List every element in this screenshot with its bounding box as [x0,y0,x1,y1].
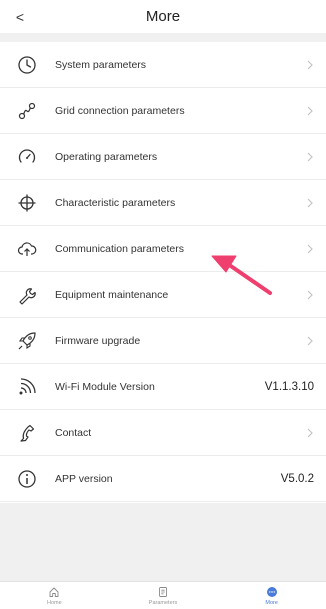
menu-item-communication-parameters[interactable]: Communication parameters [0,226,326,272]
menu-item-firmware-upgrade[interactable]: Firmware upgrade [0,318,326,364]
header-divider-band [0,33,326,42]
menu-item-characteristic-parameters[interactable]: Characteristic parameters [0,180,326,226]
menu-item-label: Characteristic parameters [55,196,176,209]
rocket-icon [16,330,38,352]
grid-link-icon [16,100,38,122]
tab-parameters[interactable]: Parameters [109,582,218,609]
bottom-tab-bar: Home Parameters More [0,581,326,609]
chevron-right-icon [307,290,313,300]
menu-item-grid-connection-parameters[interactable]: Grid connection parameters [0,88,326,134]
chevron-right-icon [307,428,313,438]
menu-item-label: Contact [55,426,92,439]
empty-area [0,503,326,581]
menu-item-contact[interactable]: Contact [0,410,326,456]
menu-item-label: Wi-Fi Module Version [55,380,155,393]
cloud-upload-icon [16,238,38,260]
back-button[interactable]: < [0,0,40,33]
info-icon [16,468,38,490]
chevron-right-icon [307,244,313,254]
wifi-icon [16,376,38,398]
menu-item-wifi-module-version: Wi-Fi Module Version V1.1.3.10 [0,364,326,410]
clock-icon [16,54,38,76]
wrench-icon [16,284,38,306]
menu-item-label: Firmware upgrade [55,334,141,347]
tab-home[interactable]: Home [0,582,109,609]
wifi-module-version-value: V1.1.3.10 [264,380,314,393]
menu-item-app-version: APP version V5.0.2 [0,456,326,502]
menu-item-system-parameters[interactable]: System parameters [0,42,326,88]
chevron-right-icon [307,152,313,162]
chevron-right-icon [307,198,313,208]
menu-item-label: System parameters [55,58,147,71]
chevron-right-icon [307,336,313,346]
crosshair-icon [16,192,38,214]
menu-item-label: Equipment maintenance [55,288,169,301]
top-bar: < More [0,0,326,33]
settings-menu: System parameters Grid connection parame… [0,42,326,502]
menu-item-label: APP version [55,472,113,485]
gauge-icon [16,146,38,168]
home-icon [47,585,61,599]
menu-item-operating-parameters[interactable]: Operating parameters [0,134,326,180]
menu-item-equipment-maintenance[interactable]: Equipment maintenance [0,272,326,318]
tab-label: Parameters [148,600,178,606]
app-version-value: V5.0.2 [280,472,314,485]
menu-item-label: Grid connection parameters [55,104,185,117]
document-icon [156,585,170,599]
more-dots-icon [265,585,279,599]
chevron-right-icon [307,60,313,70]
phone-icon [16,422,38,444]
tab-more[interactable]: More [217,582,326,609]
chevron-right-icon [307,106,313,116]
menu-item-label: Operating parameters [55,150,158,163]
menu-item-label: Communication parameters [55,242,184,255]
tab-label: Home [47,600,62,606]
page-title: More [145,8,181,25]
tab-label: More [265,600,278,606]
back-icon: < [15,8,25,25]
